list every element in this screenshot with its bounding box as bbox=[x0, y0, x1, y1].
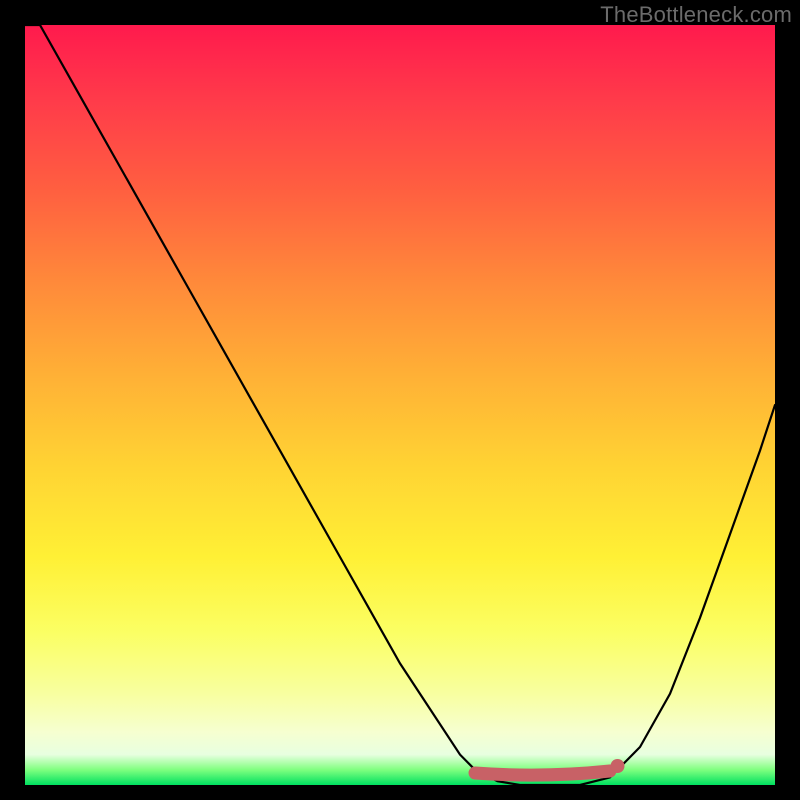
indicator-dot bbox=[611, 759, 625, 773]
chart-area bbox=[25, 25, 775, 785]
optimal-zone-marker bbox=[25, 25, 775, 785]
